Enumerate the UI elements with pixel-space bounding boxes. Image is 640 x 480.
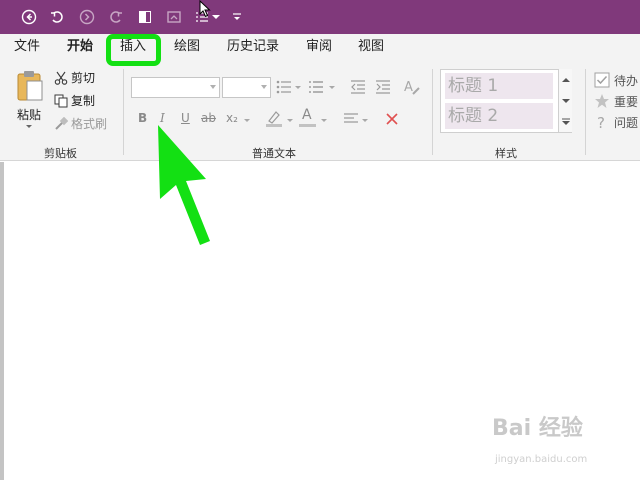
- tag-todo[interactable]: 待办: [594, 71, 640, 89]
- baidu-watermark-url: jingyan.baidu.com: [495, 454, 588, 465]
- copy-label: 复制: [71, 94, 96, 108]
- basic-text-group-label: 普通文本: [252, 147, 296, 160]
- tag-todo-label: 待办: [614, 73, 639, 88]
- numbering-dropdown-icon[interactable]: [329, 86, 335, 89]
- ribbon-home: 粘贴 剪切 复制 格式刷 剪贴板 A B I U ab x₂ A 普通文本 标题…: [0, 61, 640, 161]
- dock-icon[interactable]: [136, 8, 154, 26]
- onenote-window: 文件 开始 插入 绘图 历史记录 审阅 视图 粘贴 剪切 复制 格式刷 剪贴板 …: [0, 0, 640, 480]
- tag-question[interactable]: ? 问题: [594, 113, 640, 131]
- checkbox-icon: [594, 72, 610, 88]
- styles-gallery: 标题 1 标题 2: [440, 69, 572, 133]
- more-icon: [561, 118, 570, 125]
- scroll-down-button[interactable]: [558, 90, 572, 111]
- ribbon-tabs: 文件 开始 插入 绘图 历史记录 审阅 视图: [0, 34, 640, 61]
- star-icon: [595, 94, 609, 108]
- chevron-down-icon: [210, 85, 216, 89]
- group-separator: [123, 69, 124, 155]
- decrease-indent-icon[interactable]: [350, 79, 366, 99]
- highlighter-dropdown-icon[interactable]: [287, 119, 293, 122]
- svg-text:?: ?: [597, 114, 605, 130]
- gallery-more-button[interactable]: [558, 111, 572, 132]
- highlighter-icon[interactable]: [265, 109, 283, 131]
- chevron-down-icon: [561, 98, 570, 103]
- increase-indent-icon[interactable]: [375, 79, 391, 99]
- number-list-dropdown-icon[interactable]: [211, 8, 221, 26]
- chevron-down-icon: [261, 85, 267, 89]
- align-dropdown-icon[interactable]: [362, 119, 368, 122]
- format-painter-button[interactable]: 格式刷: [54, 115, 107, 132]
- tab-draw[interactable]: 绘图: [174, 39, 200, 55]
- tab-file[interactable]: 文件: [14, 39, 40, 55]
- bullet-list-icon[interactable]: [276, 79, 292, 99]
- tag-important[interactable]: 重要: [594, 92, 640, 110]
- format-painter-icon: [55, 116, 68, 130]
- font-color-bar: [299, 124, 316, 127]
- annotation-arrow: [158, 125, 210, 245]
- group-separator: [585, 69, 586, 155]
- style-heading-1[interactable]: 标题 1: [445, 73, 553, 99]
- paste-icon: [17, 71, 43, 101]
- tab-view[interactable]: 视图: [358, 39, 384, 55]
- number-format-icon[interactable]: [308, 79, 324, 99]
- copy-icon: [54, 94, 68, 107]
- font-size-combo[interactable]: [222, 77, 271, 98]
- styles-scroll: [558, 69, 572, 133]
- tag-question-label: 问题: [614, 115, 639, 130]
- align-icon[interactable]: [343, 111, 359, 130]
- tab-review[interactable]: 审阅: [306, 39, 332, 55]
- font-family-combo[interactable]: [131, 77, 220, 98]
- undo-icon[interactable]: [48, 8, 66, 26]
- group-separator: [432, 69, 433, 155]
- scissors-icon: [54, 71, 68, 85]
- tag-important-label: 重要: [614, 94, 639, 109]
- redo-icon[interactable]: [107, 8, 125, 26]
- delete-icon[interactable]: [385, 111, 399, 130]
- svg-text:A: A: [404, 80, 413, 95]
- tab-home[interactable]: 开始: [67, 39, 93, 55]
- copy-button[interactable]: 复制: [54, 92, 95, 109]
- paste-button[interactable]: 粘贴: [14, 69, 46, 133]
- clear-format-icon[interactable]: A: [403, 78, 421, 100]
- styles-group-label: 样式: [495, 147, 517, 160]
- question-icon: ?: [597, 114, 605, 130]
- subscript-dropdown-icon[interactable]: [244, 119, 250, 122]
- font-color-dropdown-icon[interactable]: [321, 119, 327, 122]
- forward-icon[interactable]: [78, 8, 96, 26]
- back-icon[interactable]: [20, 8, 38, 26]
- baidu-watermark: Bai 经验: [492, 416, 583, 441]
- subscript-button[interactable]: x₂: [226, 111, 238, 125]
- chevron-up-icon: [561, 77, 570, 82]
- clipboard-group-label: 剪贴板: [44, 147, 77, 160]
- scroll-up-button[interactable]: [558, 69, 572, 90]
- format-painter-label: 格式刷: [71, 117, 108, 131]
- insert-tab-highlight: [106, 34, 161, 66]
- style-heading-2[interactable]: 标题 2: [445, 103, 553, 129]
- title-bar: [0, 0, 640, 34]
- font-color-letter: A: [302, 107, 312, 123]
- paste-label: 粘贴: [17, 108, 42, 122]
- bullet-dropdown-icon[interactable]: [295, 86, 301, 89]
- paste-dropdown-icon[interactable]: [26, 125, 32, 128]
- customize-icon[interactable]: [231, 8, 243, 26]
- tab-history[interactable]: 历史记录: [227, 39, 279, 55]
- mouse-cursor-icon: [198, 0, 212, 18]
- font-color-button[interactable]: A: [299, 107, 317, 127]
- screen-clip-icon[interactable]: [165, 8, 183, 26]
- cut-button[interactable]: 剪切: [54, 69, 95, 86]
- cut-label: 剪切: [71, 71, 96, 85]
